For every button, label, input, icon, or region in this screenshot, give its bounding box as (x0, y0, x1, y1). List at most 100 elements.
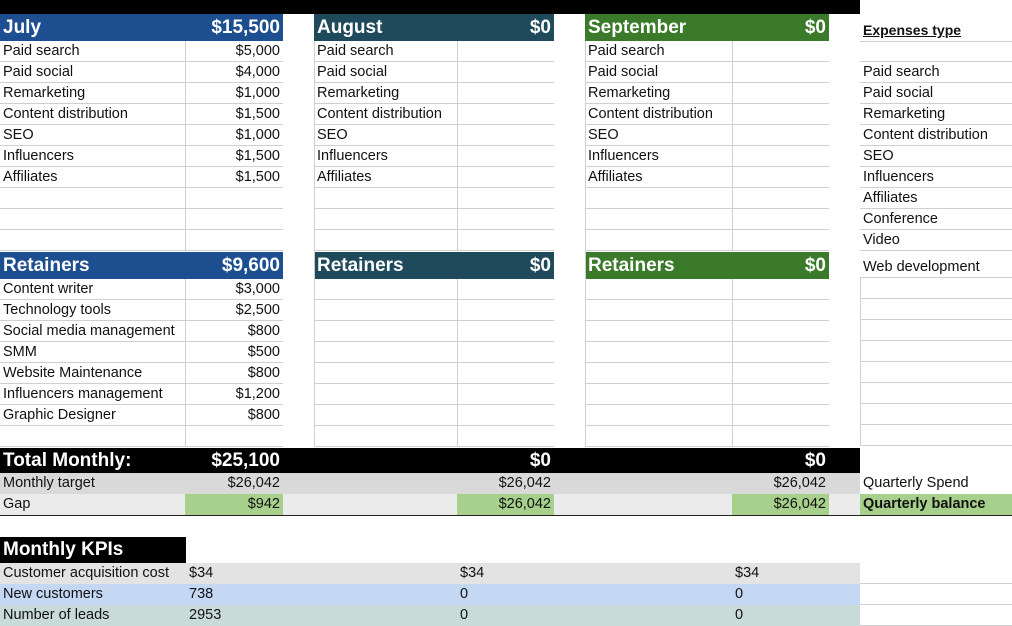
expenses-type-empty-cell[interactable] (860, 299, 1012, 320)
retainer-value-cell[interactable]: $800 (185, 321, 283, 342)
retainer-value-cell[interactable] (457, 321, 554, 342)
retainer-label-cell[interactable] (314, 363, 457, 384)
expenses-type-blank-cell[interactable] (860, 42, 1012, 62)
expense-label-cell[interactable]: Affiliates (0, 167, 185, 188)
expense-value-cell[interactable]: $1,500 (185, 104, 283, 125)
expense-value-cell[interactable] (457, 62, 554, 83)
retainer-value-cell[interactable]: $500 (185, 342, 283, 363)
gap-august[interactable]: $26,042 (457, 494, 554, 515)
month-expense-total-2[interactable]: $0 (732, 14, 829, 41)
kpi-right-empty-cell[interactable] (860, 605, 1012, 626)
expense-label-cell[interactable] (314, 188, 457, 209)
expenses-type-item[interactable]: Affiliates (860, 188, 1012, 209)
expense-label-cell[interactable] (0, 230, 185, 251)
retainers-header-0[interactable]: Retainers (0, 252, 185, 279)
expense-value-cell[interactable] (732, 62, 829, 83)
retainers-header-1[interactable]: Retainers (314, 252, 457, 279)
retainer-value-cell[interactable] (732, 321, 829, 342)
retainer-label-cell[interactable]: SMM (0, 342, 185, 363)
kpi-value-cell[interactable]: 2953 (186, 605, 336, 626)
expense-label-cell[interactable]: Content distribution (314, 104, 457, 125)
kpi-row-label[interactable]: Customer acquisition cost (0, 563, 186, 584)
retainer-value-cell[interactable]: $800 (185, 363, 283, 384)
expense-value-cell[interactable]: $1,500 (185, 146, 283, 167)
expense-value-cell[interactable] (457, 188, 554, 209)
gap-september[interactable]: $26,042 (732, 494, 829, 515)
monthly-target-july[interactable]: $26,042 (185, 473, 283, 494)
retainer-label-cell[interactable]: Technology tools (0, 300, 185, 321)
expense-label-cell[interactable] (314, 209, 457, 230)
expense-value-cell[interactable]: $1,000 (185, 83, 283, 104)
retainer-value-cell[interactable] (732, 342, 829, 363)
expense-label-cell[interactable]: SEO (314, 125, 457, 146)
retainer-label-cell[interactable] (585, 405, 732, 426)
expenses-type-item[interactable]: Web development (860, 256, 1012, 278)
expense-value-cell[interactable] (185, 188, 283, 209)
expense-value-cell[interactable] (732, 167, 829, 188)
expense-value-cell[interactable] (732, 146, 829, 167)
total-monthly-september[interactable]: $0 (732, 448, 829, 473)
retainer-value-cell[interactable] (732, 426, 829, 447)
expense-label-cell[interactable]: Affiliates (314, 167, 457, 188)
expense-label-cell[interactable] (585, 188, 732, 209)
retainer-value-cell[interactable]: $800 (185, 405, 283, 426)
total-monthly-august[interactable]: $0 (457, 448, 554, 473)
expenses-type-item[interactable]: Influencers (860, 167, 1012, 188)
retainer-value-cell[interactable] (457, 384, 554, 405)
retainer-value-cell[interactable]: $3,000 (185, 279, 283, 300)
expense-value-cell[interactable] (732, 83, 829, 104)
retainer-label-cell[interactable] (585, 363, 732, 384)
expense-value-cell[interactable]: $5,000 (185, 41, 283, 62)
expense-label-cell[interactable]: Remarketing (585, 83, 732, 104)
retainer-label-cell[interactable] (314, 426, 457, 447)
retainer-label-cell[interactable] (585, 426, 732, 447)
expense-label-cell[interactable]: Affiliates (585, 167, 732, 188)
expenses-type-empty-cell[interactable] (860, 404, 1012, 425)
expense-label-cell[interactable]: Influencers (314, 146, 457, 167)
kpi-row-label[interactable]: Number of leads (0, 605, 186, 626)
retainer-label-cell[interactable] (314, 300, 457, 321)
retainer-label-cell[interactable] (0, 426, 185, 447)
expenses-type-title[interactable]: Expenses type (860, 18, 1012, 42)
retainer-label-cell[interactable]: Website Maintenance (0, 363, 185, 384)
expense-value-cell[interactable] (457, 230, 554, 251)
expense-value-cell[interactable]: $4,000 (185, 62, 283, 83)
retainer-label-cell[interactable] (585, 384, 732, 405)
month-expense-total-0[interactable]: $15,500 (185, 14, 283, 41)
expenses-type-item[interactable]: Video (860, 230, 1012, 251)
retainer-label-cell[interactable] (314, 384, 457, 405)
expense-value-cell[interactable] (732, 125, 829, 146)
month-expense-total-1[interactable]: $0 (457, 14, 554, 41)
expense-label-cell[interactable]: Paid search (314, 41, 457, 62)
retainer-value-cell[interactable] (457, 279, 554, 300)
month-header-0[interactable]: July (0, 14, 185, 41)
expense-label-cell[interactable]: Remarketing (314, 83, 457, 104)
expenses-type-item[interactable]: Paid search (860, 62, 1012, 83)
expenses-type-empty-cell[interactable] (860, 278, 1012, 299)
expense-value-cell[interactable] (457, 125, 554, 146)
expense-label-cell[interactable]: Paid social (314, 62, 457, 83)
kpi-right-empty-cell[interactable] (860, 584, 1012, 605)
expense-label-cell[interactable] (0, 209, 185, 230)
expenses-type-item[interactable]: Conference (860, 209, 1012, 230)
retainer-value-cell[interactable] (457, 342, 554, 363)
expense-label-cell[interactable]: SEO (0, 125, 185, 146)
month-header-2[interactable]: September (585, 14, 732, 41)
gap-label[interactable]: Gap (0, 494, 185, 515)
retainer-label-cell[interactable] (314, 405, 457, 426)
total-monthly-july[interactable]: $25,100 (185, 448, 283, 473)
expense-label-cell[interactable] (314, 230, 457, 251)
expense-value-cell[interactable] (185, 230, 283, 251)
retainer-value-cell[interactable] (457, 300, 554, 321)
kpi-header[interactable]: Monthly KPIs (0, 537, 186, 563)
expense-value-cell[interactable]: $1,500 (185, 167, 283, 188)
monthly-target-september[interactable]: $26,042 (732, 473, 829, 494)
expense-value-cell[interactable] (457, 104, 554, 125)
expense-label-cell[interactable] (0, 188, 185, 209)
expense-label-cell[interactable]: Content distribution (0, 104, 185, 125)
expense-value-cell[interactable] (457, 209, 554, 230)
expense-label-cell[interactable]: Remarketing (0, 83, 185, 104)
expenses-type-item[interactable]: Paid social (860, 83, 1012, 104)
retainer-label-cell[interactable] (314, 279, 457, 300)
expense-value-cell[interactable] (732, 188, 829, 209)
